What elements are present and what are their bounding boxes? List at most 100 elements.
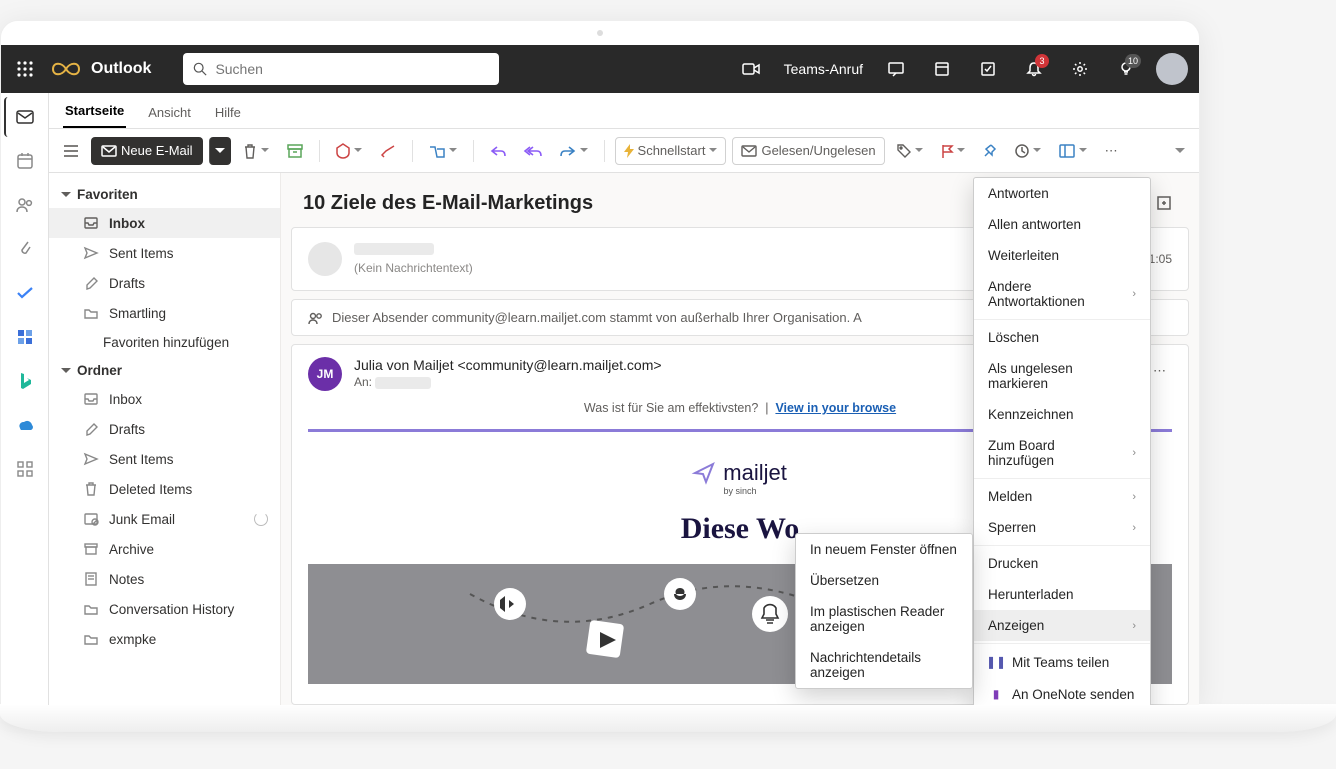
- note-icon: [83, 571, 99, 587]
- send-icon: [83, 245, 99, 261]
- banner-text: Dieser Absender community@learn.mailjet.…: [332, 310, 862, 325]
- approvals-icon[interactable]: [969, 50, 1007, 88]
- new-mail-label: Neue E-Mail: [121, 143, 193, 158]
- rail-calendar-icon[interactable]: [5, 141, 45, 181]
- folder-deleted[interactable]: Deleted Items: [49, 474, 280, 504]
- report-button[interactable]: [330, 137, 368, 165]
- calendar-day-icon[interactable]: [923, 50, 961, 88]
- tips-icon[interactable]: 10: [1107, 50, 1145, 88]
- menu-teams-share[interactable]: ❚❚Mit Teams teilen: [974, 646, 1150, 678]
- hamburger-button[interactable]: [57, 137, 85, 165]
- quickstart-button[interactable]: Schnellstart: [615, 137, 727, 165]
- rail-bing-icon[interactable]: [5, 361, 45, 401]
- chevron-down-icon: [61, 366, 71, 376]
- folder-archive[interactable]: Archive: [49, 534, 280, 564]
- sweep-button[interactable]: [374, 137, 402, 165]
- settings-icon[interactable]: [1061, 50, 1099, 88]
- submenu-new-window[interactable]: In neuem Fenster öffnen: [796, 534, 972, 565]
- folder-junk[interactable]: Junk Email: [49, 504, 280, 534]
- reply-button[interactable]: [484, 137, 512, 165]
- message-subject: 10 Ziele des E-Mail-Marketings: [303, 192, 1008, 215]
- folder-sent[interactable]: Sent Items: [49, 444, 280, 474]
- folder-smartling[interactable]: Smartling: [49, 298, 280, 328]
- folder-conversation-history[interactable]: Conversation History: [49, 594, 280, 624]
- snooze-button[interactable]: [1009, 137, 1047, 165]
- read-unread-button[interactable]: Gelesen/Ungelesen: [732, 137, 884, 165]
- video-call-icon[interactable]: [732, 50, 770, 88]
- categorize-button[interactable]: [891, 137, 929, 165]
- menu-print[interactable]: Drucken: [974, 548, 1150, 579]
- new-mail-dropdown[interactable]: [209, 137, 231, 165]
- tab-help[interactable]: Hilfe: [213, 97, 243, 128]
- more-ribbon-button[interactable]: ⋯: [1099, 137, 1124, 165]
- tab-home[interactable]: Startseite: [63, 95, 126, 128]
- teams-call-label[interactable]: Teams-Anruf: [778, 61, 869, 77]
- laptop-notch: [1, 21, 1199, 45]
- laptop-base: [0, 704, 1336, 732]
- folder-drafts-fav[interactable]: Drafts: [49, 268, 280, 298]
- favorites-section[interactable]: Favoriten: [49, 181, 280, 208]
- notifications-icon[interactable]: 3: [1015, 50, 1053, 88]
- chevron-right-icon: ›: [1132, 288, 1136, 300]
- submenu-details[interactable]: Nachrichtendetails anzeigen: [796, 642, 972, 688]
- add-favorites[interactable]: Favoriten hinzufügen: [49, 328, 280, 357]
- preheader-text: Was ist für Sie am effektivsten?: [584, 401, 758, 415]
- folder-drafts[interactable]: Drafts: [49, 414, 280, 444]
- pin-button[interactable]: [977, 137, 1003, 165]
- account-avatar[interactable]: [1153, 50, 1191, 88]
- reading-pane: 10 Ziele des E-Mail-Marketings (Kein Nac…: [281, 173, 1199, 705]
- folder-notes[interactable]: Notes: [49, 564, 280, 594]
- forward-button[interactable]: [554, 137, 594, 165]
- menu-other-reply[interactable]: Andere Antwortaktionen›: [974, 271, 1150, 317]
- menu-reply[interactable]: Antworten: [974, 178, 1150, 209]
- flag-button[interactable]: [935, 137, 971, 165]
- menu-mark-unread[interactable]: Als ungelesen markieren: [974, 353, 1150, 399]
- rail-todo-icon[interactable]: [5, 273, 45, 313]
- folder-pane: Favoriten Inbox Sent Items Drafts Smartl…: [49, 173, 281, 705]
- paper-plane-icon: [693, 462, 715, 484]
- folders-section[interactable]: Ordner: [49, 357, 280, 384]
- folder-icon: [83, 631, 99, 647]
- menu-onenote[interactable]: ▮An OneNote senden: [974, 678, 1150, 705]
- tab-view[interactable]: Ansicht: [146, 97, 193, 128]
- rail-more-apps-icon[interactable]: [5, 449, 45, 489]
- chat-icon[interactable]: [877, 50, 915, 88]
- reply-all-button[interactable]: [518, 137, 548, 165]
- folder-inbox-fav[interactable]: Inbox: [49, 208, 280, 238]
- delete-button[interactable]: [237, 137, 275, 165]
- new-mail-button[interactable]: Neue E-Mail: [91, 137, 203, 165]
- menu-block[interactable]: Sperren›: [974, 512, 1150, 543]
- submenu-translate[interactable]: Übersetzen: [796, 565, 972, 596]
- view-in-browser-link[interactable]: View in your browse: [775, 401, 896, 415]
- ribbon-tabs: Startseite Ansicht Hilfe: [49, 93, 1199, 129]
- to-label: An:: [354, 375, 372, 389]
- rail-files-icon[interactable]: [5, 229, 45, 269]
- brand-logo: [49, 55, 83, 83]
- rail-onedrive-icon[interactable]: [5, 405, 45, 445]
- menu-delete[interactable]: Löschen: [974, 322, 1150, 353]
- move-button[interactable]: [423, 137, 463, 165]
- folder-inbox[interactable]: Inbox: [49, 384, 280, 414]
- ribbon-collapse-button[interactable]: [1169, 137, 1191, 165]
- search-input[interactable]: [215, 61, 489, 77]
- rail-mail-icon[interactable]: [4, 97, 44, 137]
- folder-exmpke[interactable]: exmpke: [49, 624, 280, 654]
- draft-icon: [83, 421, 99, 437]
- menu-reply-all[interactable]: Allen antworten: [974, 209, 1150, 240]
- app-launcher-button[interactable]: [9, 53, 41, 85]
- add-to-board-button[interactable]: [1053, 137, 1093, 165]
- menu-download[interactable]: Herunterladen: [974, 579, 1150, 610]
- menu-flag[interactable]: Kennzeichnen: [974, 399, 1150, 430]
- chevron-right-icon: ›: [1132, 522, 1136, 534]
- open-in-window-icon[interactable]: [1151, 189, 1177, 217]
- menu-show[interactable]: Anzeigen›: [974, 610, 1150, 641]
- menu-report[interactable]: Melden›: [974, 481, 1150, 512]
- folder-sent-fav[interactable]: Sent Items: [49, 238, 280, 268]
- search-box[interactable]: [183, 53, 499, 85]
- archive-button[interactable]: [281, 137, 309, 165]
- rail-people-icon[interactable]: [5, 185, 45, 225]
- submenu-plastic-reader[interactable]: Im plastischen Reader anzeigen: [796, 596, 972, 642]
- menu-add-board[interactable]: Zum Board hinzufügen›: [974, 430, 1150, 476]
- rail-app1-icon[interactable]: [5, 317, 45, 357]
- menu-forward[interactable]: Weiterleiten: [974, 240, 1150, 271]
